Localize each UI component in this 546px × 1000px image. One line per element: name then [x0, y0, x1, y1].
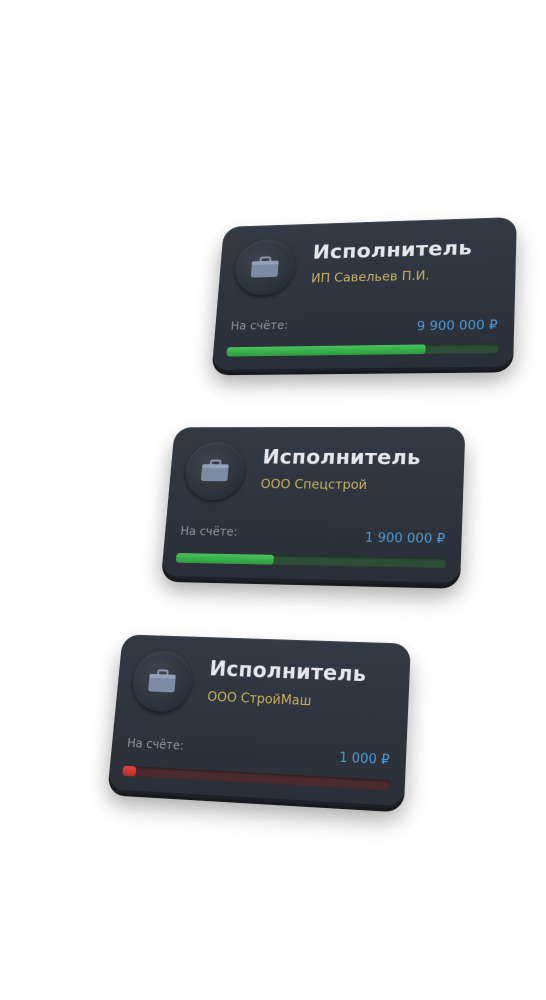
avatar — [183, 441, 247, 501]
balance-progress-bar — [122, 765, 391, 791]
company-name: ИП Савельев П.И. — [310, 269, 430, 287]
balance-value: 9 900 000 ₽ — [416, 318, 498, 335]
balance-progress-bar — [226, 343, 500, 357]
balance-value: 1 900 000 ₽ — [364, 530, 446, 548]
card-title: Исполнитель — [261, 445, 422, 470]
company-name: ООО Спецстрой — [260, 477, 368, 493]
company-name: ООО СтройМаш — [206, 689, 312, 710]
card-title: Исполнитель — [208, 656, 367, 687]
balance-progress-bar — [175, 553, 447, 569]
balance-label: На счёте: — [126, 735, 185, 753]
briefcase-icon — [250, 256, 279, 278]
balance-label: На счёте: — [230, 318, 289, 333]
balance-progress-fill — [122, 765, 137, 777]
briefcase-icon — [148, 669, 176, 693]
briefcase-icon — [200, 460, 229, 482]
avatar — [233, 238, 297, 297]
contractor-card-specstroy[interactable]: Исполнитель ООО Спецстрой На счёте: 1 90… — [161, 426, 466, 583]
contractor-card-stroymash[interactable]: Исполнитель ООО СтройМаш На счёте: 1 000… — [107, 634, 411, 807]
balance-value: 1 000 ₽ — [338, 750, 390, 769]
balance-label: На счёте: — [179, 524, 239, 539]
contractor-card-savelyev[interactable]: Исполнитель ИП Савельев П.И. На счёте: 9… — [211, 216, 517, 370]
balance-progress-fill — [175, 553, 274, 565]
card-title: Исполнитель — [312, 236, 473, 264]
avatar — [130, 650, 194, 713]
stage: Исполнитель ИП Савельев П.И. На счёте: 9… — [0, 0, 546, 1000]
balance-progress-fill — [226, 344, 427, 357]
